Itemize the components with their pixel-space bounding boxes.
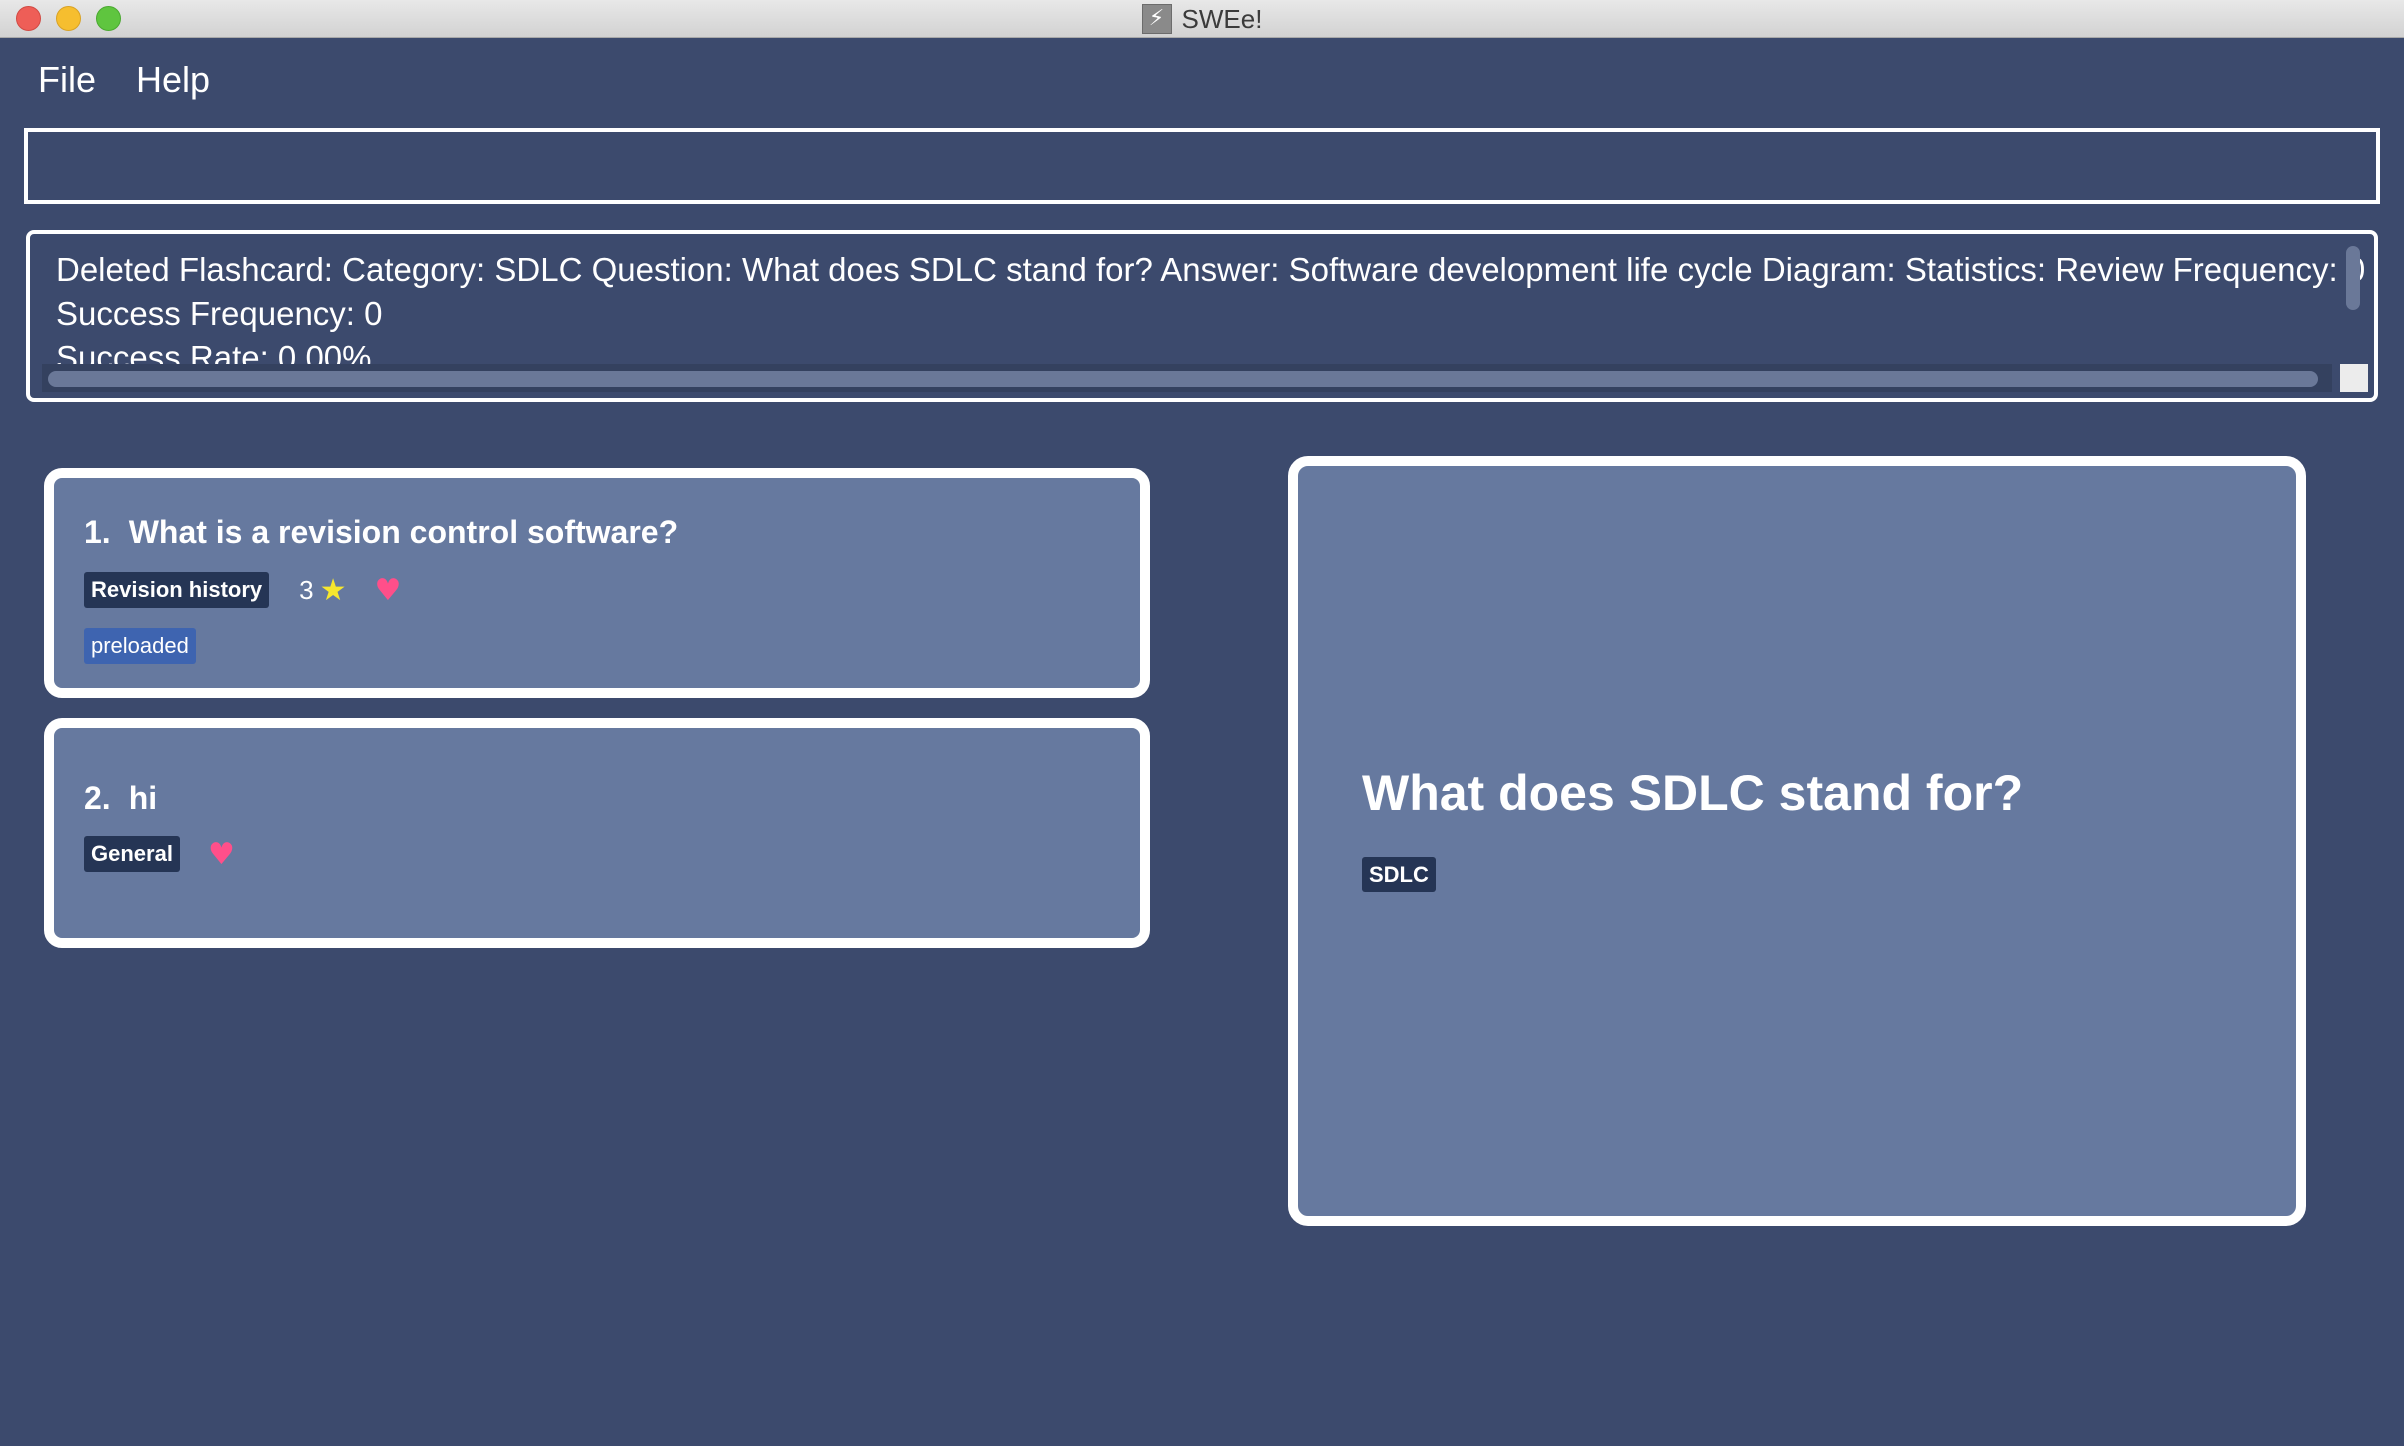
vertical-scrollbar-thumb[interactable]	[2346, 246, 2360, 310]
rating-value: 3	[299, 574, 314, 605]
horizontal-scrollbar[interactable]	[42, 364, 2332, 392]
result-line: Success Frequency: 0	[56, 295, 383, 332]
category-tag: Revision history	[84, 572, 270, 608]
window-title-group: ⚡ SWEe!	[0, 0, 2404, 38]
vertical-scrollbar[interactable]	[2338, 240, 2366, 362]
menu-help[interactable]: Help	[116, 59, 230, 101]
flashcard-title: 1. What is a revision control software?	[84, 514, 678, 551]
flashcard-index: 1.	[84, 514, 111, 550]
window-titlebar: ⚡ SWEe!	[0, 0, 2404, 38]
heart-icon[interactable]: ♥	[375, 573, 402, 608]
heart-icon[interactable]: ♥	[208, 837, 235, 872]
flashcard-list-item[interactable]: 2. hi General ♥	[44, 718, 1150, 948]
flashcard-question: hi	[128, 780, 158, 816]
flashcard-display[interactable]: What does SDLC stand for? SDLC	[1288, 456, 2306, 1226]
rating: 3 ★	[299, 573, 346, 608]
flashcard-title: 2. hi	[84, 780, 157, 817]
result-text: Deleted Flashcard: Category: SDLC Questi…	[56, 248, 2366, 380]
window-title: SWEe!	[1181, 3, 1263, 34]
flashcard-question: What is a revision control software?	[128, 514, 679, 550]
command-input[interactable]	[48, 132, 2356, 200]
display-question: What does SDLC stand for?	[1362, 765, 2024, 821]
lightning-icon: ⚡	[1141, 4, 1172, 34]
menu-file[interactable]: File	[18, 59, 116, 101]
category-tag: SDLC	[1362, 857, 1436, 892]
tag-chip: preloaded	[84, 628, 196, 664]
scrollbar-corner	[2340, 364, 2368, 392]
result-display: Deleted Flashcard: Category: SDLC Questi…	[26, 230, 2378, 402]
result-line: Deleted Flashcard: Category: SDLC Questi…	[56, 251, 2366, 288]
star-icon: ★	[319, 573, 347, 607]
menu-bar: File Help	[18, 52, 230, 108]
horizontal-scrollbar-thumb[interactable]	[48, 371, 2318, 387]
flashcard-meta-row: Revision history 3 ★ ♥	[84, 572, 401, 608]
category-tag: General	[84, 836, 180, 872]
flashcard-tags-row: preloaded	[84, 628, 196, 664]
flashcard-index: 2.	[84, 780, 111, 816]
command-box[interactable]	[24, 128, 2380, 204]
flashcard-list-item[interactable]: 1. What is a revision control software? R…	[44, 468, 1150, 698]
flashcard-meta-row: General ♥	[84, 836, 235, 872]
display-category: SDLC	[1362, 857, 1436, 892]
